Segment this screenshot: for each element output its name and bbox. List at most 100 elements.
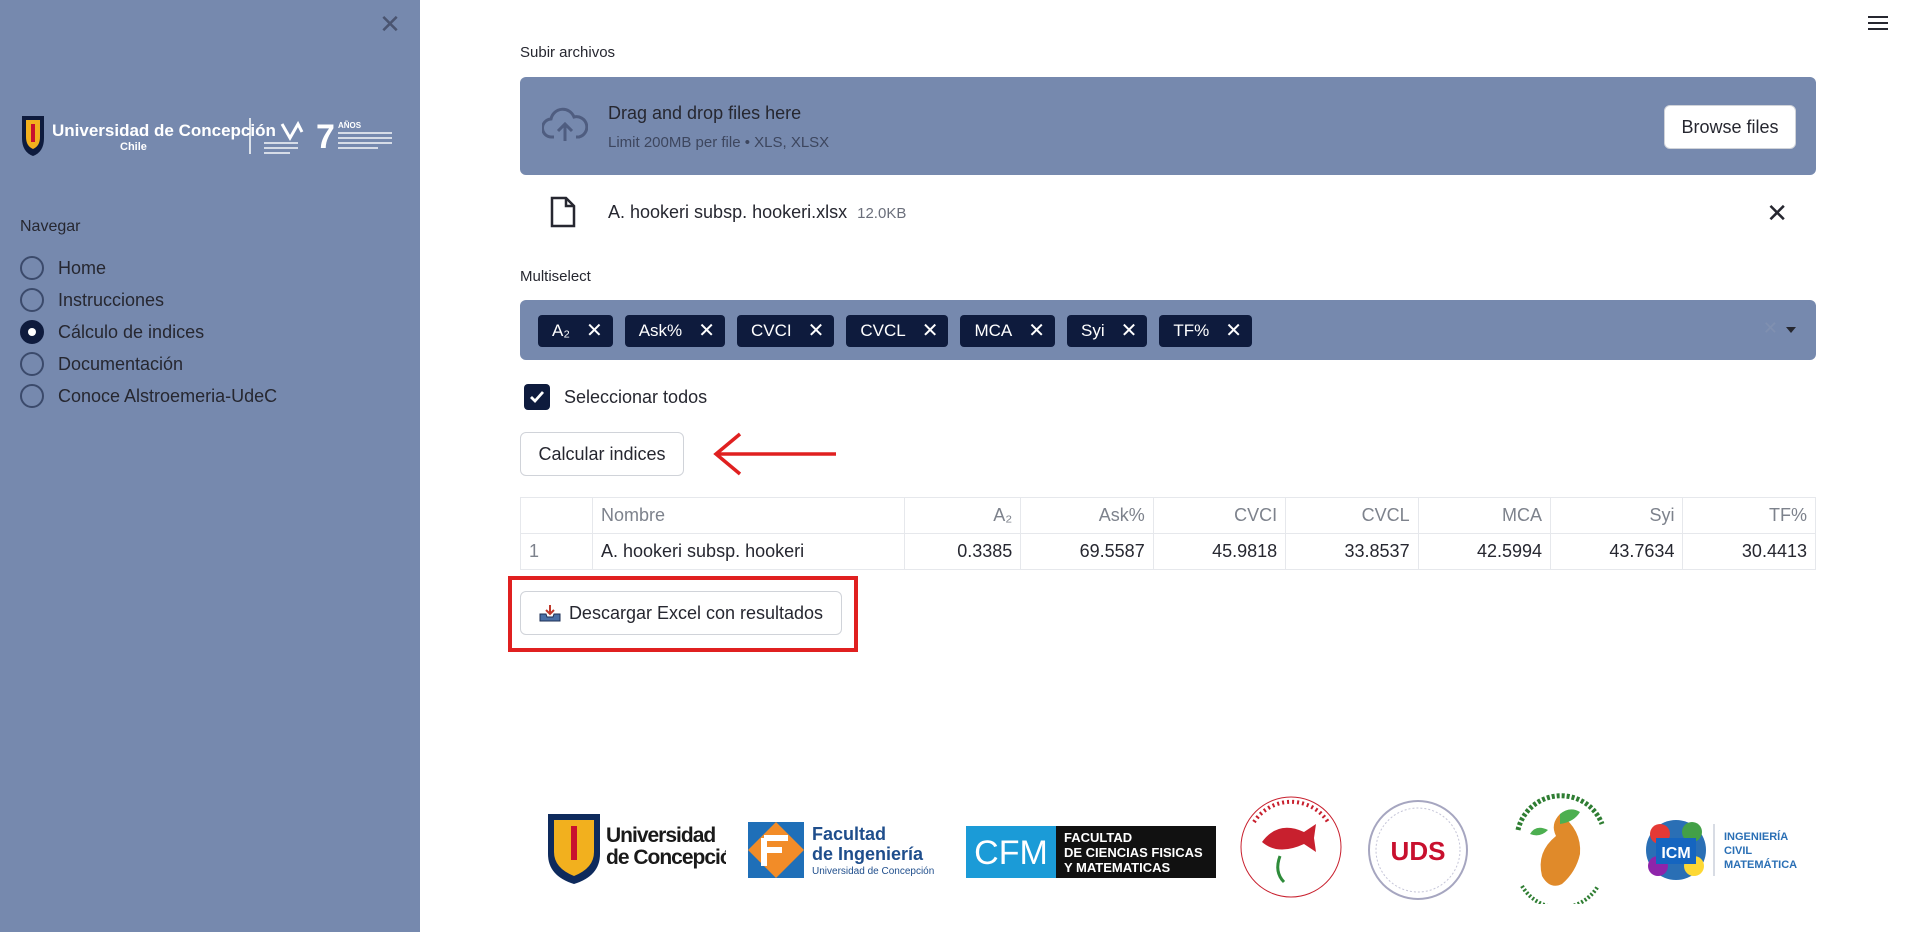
remove-tag-icon[interactable]: ✕ xyxy=(1121,321,1138,341)
radio-button-selected[interactable] xyxy=(20,320,44,344)
file-name: A. hookeri subsp. hookeri.xlsx 12.0KB xyxy=(608,202,906,223)
nav-item-label: Documentación xyxy=(58,353,184,374)
nav-item-label: Instrucciones xyxy=(58,289,165,310)
table-header-cell[interactable]: CVCL xyxy=(1285,497,1419,534)
logo-years-text: 7 xyxy=(316,118,335,156)
checkbox-label: Seleccionar todos xyxy=(564,386,708,407)
tag-label: Syi xyxy=(1081,321,1105,340)
file-icon xyxy=(550,196,576,228)
file-name-text: A. hookeri subsp. hookeri.xlsx xyxy=(608,202,848,222)
download-button-label: Descargar Excel con resultados xyxy=(568,602,824,623)
clear-all-icon[interactable]: ✕ xyxy=(1763,318,1778,339)
icm-logo: ICM INGENIERÍA CIVIL MATEMÁTICA xyxy=(1646,820,1797,880)
logo-text: MATEMÁTICA xyxy=(1724,858,1797,871)
logo-country-text: Chile xyxy=(120,141,147,153)
browse-files-button[interactable]: Browse files xyxy=(1664,105,1796,149)
radio-button[interactable] xyxy=(20,384,44,408)
file-size: 12.0KB xyxy=(857,205,907,222)
nav-item-home[interactable]: Home xyxy=(20,252,277,284)
radio-button[interactable] xyxy=(20,288,44,312)
nav-item-instrucciones[interactable]: Instrucciones xyxy=(20,284,277,316)
table-cell[interactable]: 30.4413 xyxy=(1682,533,1816,570)
table-header-row: Nombre A₂ Ask% CVCI CVCL MCA Syi TF% xyxy=(520,497,1816,534)
table-header-cell[interactable]: Syi xyxy=(1550,497,1684,534)
table-cell[interactable]: 0.3385 xyxy=(903,533,1022,570)
nav-label: Navegar xyxy=(20,218,81,235)
logo-text: UDS xyxy=(1391,836,1446,866)
nav-item-calculo[interactable]: Cálculo de indices xyxy=(20,316,277,348)
chevron-down-icon[interactable] xyxy=(1786,327,1796,333)
tag-a2: A₂ ✕ xyxy=(538,315,613,347)
table-header-cell[interactable]: MCA xyxy=(1417,497,1552,534)
logo-text: FACULTAD xyxy=(1064,830,1132,845)
table-header-cell[interactable]: Nombre xyxy=(592,497,905,534)
checkbox-checked[interactable] xyxy=(524,384,550,410)
table-cell[interactable]: 69.5587 xyxy=(1020,533,1154,570)
select-all-checkbox[interactable]: Seleccionar todos xyxy=(524,384,707,410)
table-header-cell[interactable]: CVCI xyxy=(1152,497,1287,534)
departamento-botanica-logo xyxy=(1515,793,1605,904)
tag-tf: TF% ✕ xyxy=(1159,315,1253,347)
sidebar: ✕ Universidad de Concepción Chile 7 AÑOS… xyxy=(0,0,420,932)
table-row: 1 A. hookeri subsp. hookeri 0.3385 69.55… xyxy=(520,533,1816,570)
download-excel-button[interactable]: Descargar Excel con resultados xyxy=(520,591,842,635)
remove-tag-icon[interactable]: ✕ xyxy=(808,321,825,341)
tag-label: A₂ xyxy=(552,321,570,340)
table-cell[interactable]: 33.8537 xyxy=(1285,533,1419,570)
uds-logo: UDS xyxy=(1368,800,1468,900)
radio-button[interactable] xyxy=(20,256,44,280)
radio-button[interactable] xyxy=(20,352,44,376)
nav-item-label: Conoce Alstroemeria-UdeC xyxy=(58,385,278,406)
logo-text: CFM xyxy=(974,834,1048,872)
table-header-cell[interactable]: Ask% xyxy=(1020,497,1154,534)
facultad-ingenieria-logo: Facultad de Ingeniería Universidad de Co… xyxy=(748,822,934,878)
logo-text: DE CIENCIAS FISICAS xyxy=(1064,845,1203,860)
remove-tag-icon[interactable]: ✕ xyxy=(922,321,939,341)
file-dropzone[interactable]: Drag and drop files here Limit 200MB per… xyxy=(520,77,1816,175)
logo-years-label: AÑOS xyxy=(338,121,362,130)
cfm-logo: CFM FACULTAD DE CIENCIAS FISICAS Y MATEM… xyxy=(966,826,1216,878)
arrow-left-icon xyxy=(713,432,836,476)
remove-tag-icon[interactable]: ✕ xyxy=(1225,321,1242,341)
table-cell[interactable]: 45.9818 xyxy=(1152,533,1287,570)
remove-file-icon[interactable]: ✕ xyxy=(1766,198,1788,229)
hamburger-menu-icon[interactable] xyxy=(1866,12,1890,36)
nav-item-label: Cálculo de indices xyxy=(58,321,205,342)
tag-syi: Syi ✕ xyxy=(1067,315,1148,347)
nav-item-label: Home xyxy=(58,257,107,278)
tag-label: MCA xyxy=(974,321,1013,340)
remove-tag-icon[interactable]: ✕ xyxy=(1028,321,1045,341)
table-cell: 1 xyxy=(520,533,593,570)
checkmark-icon xyxy=(530,391,545,404)
close-icon[interactable]: ✕ xyxy=(378,11,402,37)
table-cell[interactable]: A. hookeri subsp. hookeri xyxy=(592,533,905,570)
udec-accreditation-logo: Universidad de Concepción Chile 7 AÑOS xyxy=(22,116,392,156)
table-cell[interactable]: 42.5994 xyxy=(1417,533,1552,570)
table-cell[interactable]: 43.7634 xyxy=(1550,533,1684,570)
logo-text: Universidad de Concepción xyxy=(812,866,934,877)
nav-item-documentacion[interactable]: Documentación xyxy=(20,348,277,380)
logo-text: de Ingeniería xyxy=(812,844,924,864)
table-header-cell[interactable]: TF% xyxy=(1682,497,1816,534)
tag-label: Ask% xyxy=(638,321,683,340)
logo-university-text: Universidad de Concepción xyxy=(52,121,276,140)
logo-text: de Concepción xyxy=(606,846,726,869)
table-header-cell[interactable]: A₂ xyxy=(903,497,1022,534)
nav-item-conoce[interactable]: Conoce Alstroemeria-UdeC xyxy=(20,380,277,412)
remove-tag-icon[interactable]: ✕ xyxy=(698,321,715,341)
results-table: Nombre A₂ Ask% CVCI CVCL MCA Syi TF% 1 A… xyxy=(520,497,1816,570)
tag-label: TF% xyxy=(1173,321,1210,340)
udec-logo: Universidad de Concepción xyxy=(548,814,726,884)
table-header-cell xyxy=(520,497,593,534)
uploader-label: Subir archivos xyxy=(520,44,616,61)
tag-mca: MCA ✕ xyxy=(960,315,1056,347)
logo-text: INGENIERÍA xyxy=(1724,830,1788,843)
multiselect-input[interactable]: A₂ ✕ Ask% ✕ CVCI ✕ CVCL ✕ MCA ✕ Syi ✕ TF% ✕ ✕ xyxy=(520,300,1816,360)
remove-tag-icon[interactable]: ✕ xyxy=(586,321,603,341)
multiselect-tags: A₂ ✕ Ask% ✕ CVCI ✕ CVCL ✕ MCA ✕ Syi ✕ TF% ✕ xyxy=(538,315,1264,347)
tag-label: CVCI xyxy=(750,321,792,340)
ciencias-naturales-logo xyxy=(1240,796,1342,898)
cloud-upload-icon xyxy=(542,107,588,141)
dropzone-title: Drag and drop files here xyxy=(608,103,802,123)
calcular-indices-button[interactable]: Calcular indices xyxy=(520,432,684,476)
